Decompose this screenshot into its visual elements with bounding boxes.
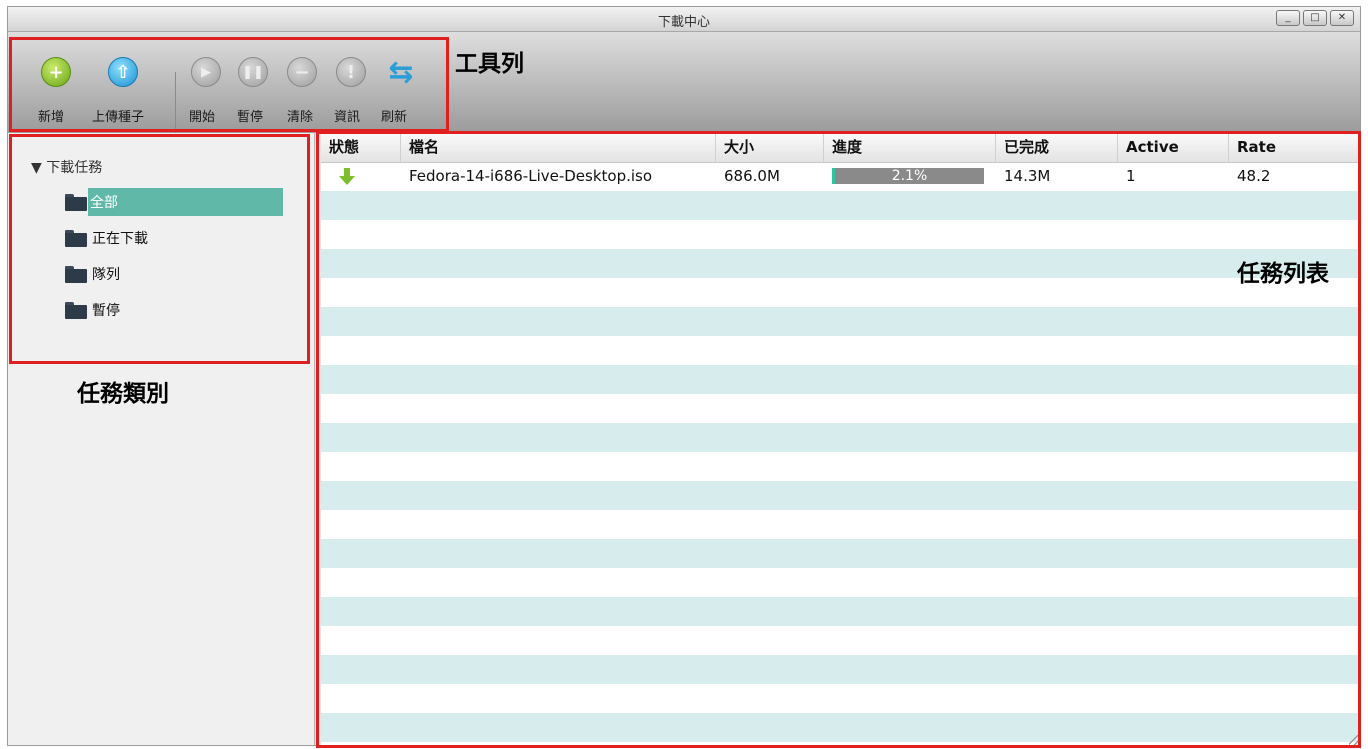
- close-button[interactable]: ✕: [1330, 10, 1354, 26]
- minimize-button[interactable]: _: [1276, 10, 1300, 26]
- empty-row: [321, 655, 1360, 684]
- download-center-window: 下載中心 _ □ ✕ + 新增 ⇧ 上傳種子 ▶ 開始 ❚❚ 暫停 − 清除 !…: [7, 6, 1361, 746]
- splitter-grip[interactable]: [317, 403, 320, 483]
- progress-label: 2.1%: [891, 168, 928, 184]
- column-size[interactable]: 大小: [716, 133, 824, 162]
- title-bar[interactable]: 下載中心 _ □ ✕: [8, 7, 1360, 32]
- empty-row: [321, 597, 1360, 626]
- empty-row: [321, 684, 1360, 713]
- empty-row: [321, 742, 1360, 745]
- empty-row: [321, 626, 1360, 655]
- toolbar: + 新增 ⇧ 上傳種子 ▶ 開始 ❚❚ 暫停 − 清除 ! 資訊 ⇆ 刷新: [8, 32, 1360, 152]
- empty-row: [321, 336, 1360, 365]
- empty-row: [321, 394, 1360, 423]
- category-downloading-label: 正在下載: [92, 231, 148, 247]
- add-icon: +: [41, 57, 71, 87]
- empty-row: [321, 365, 1360, 394]
- refresh-label: 刷新: [381, 110, 408, 125]
- empty-row: [321, 539, 1360, 568]
- empty-row: [321, 713, 1360, 742]
- folder-icon: [65, 301, 87, 319]
- column-active[interactable]: Active: [1118, 133, 1229, 162]
- task-list-header: 狀態 檔名 大小 進度 已完成 Active Rate: [321, 133, 1360, 163]
- category-all-label: 全部: [88, 188, 283, 216]
- task-category-panel: ▼ 下載任務 全部 正在下載 隊列 暫停: [8, 133, 315, 745]
- table-row[interactable]: Fedora-14-i686-Live-Desktop.iso 686.0M 2…: [321, 162, 1360, 191]
- size-cell: 686.0M: [724, 167, 780, 185]
- category-queue[interactable]: 隊列: [65, 260, 124, 288]
- upload-icon: ⇧: [108, 57, 138, 87]
- empty-row: [321, 220, 1360, 249]
- folder-icon: [65, 193, 87, 211]
- pause-label: 暫停: [237, 110, 264, 125]
- remove-icon: −: [287, 57, 317, 87]
- filename-cell: Fedora-14-i686-Live-Desktop.iso: [409, 167, 653, 185]
- refresh-icon: ⇆: [388, 54, 414, 90]
- progress-cell: 2.1%: [824, 162, 1004, 191]
- empty-row: [321, 278, 1360, 307]
- start-label: 開始: [189, 110, 216, 125]
- download-arrow-icon: [339, 168, 355, 185]
- column-completed[interactable]: 已完成: [996, 133, 1118, 162]
- active-cell: 1: [1126, 167, 1136, 185]
- task-rows: Fedora-14-i686-Live-Desktop.iso 686.0M 2…: [321, 162, 1360, 745]
- folder-icon: [65, 229, 87, 247]
- column-progress[interactable]: 進度: [824, 133, 996, 162]
- info-label: 資訊: [334, 110, 361, 125]
- maximize-button[interactable]: □: [1303, 10, 1327, 26]
- task-list: 狀態 檔名 大小 進度 已完成 Active Rate Fedora-14-i6…: [321, 133, 1360, 745]
- column-status[interactable]: 狀態: [321, 133, 401, 162]
- window-title: 下載中心: [657, 15, 710, 30]
- status-cell: [321, 162, 409, 191]
- folder-icon: [65, 265, 87, 283]
- column-filename[interactable]: 檔名: [401, 133, 716, 162]
- empty-row: [321, 423, 1360, 452]
- empty-row: [321, 510, 1360, 539]
- upload-torrent-label: 上傳種子: [92, 110, 145, 125]
- progress-bar: 2.1%: [832, 168, 984, 184]
- tree-root-download-tasks[interactable]: ▼ 下載任務: [31, 157, 102, 177]
- completed-cell: 14.3M: [1004, 167, 1051, 185]
- empty-row: [321, 191, 1360, 220]
- empty-row: [321, 452, 1360, 481]
- remove-label: 清除: [287, 110, 314, 125]
- empty-row: [321, 307, 1360, 336]
- tasklist-annotation: 任務列表: [1237, 261, 1329, 287]
- category-annotation: 任務類別: [77, 381, 169, 407]
- empty-row: [321, 249, 1360, 278]
- empty-row: [321, 568, 1360, 597]
- category-downloading[interactable]: 正在下載: [65, 224, 152, 252]
- empty-row: [321, 481, 1360, 510]
- rate-cell: 48.2: [1237, 167, 1271, 185]
- category-queue-label: 隊列: [92, 267, 120, 283]
- play-icon: ▶: [191, 57, 221, 87]
- category-paused-label: 暫停: [92, 303, 120, 319]
- info-icon: !: [336, 57, 366, 87]
- toolbar-annotation: 工具列: [455, 51, 524, 77]
- resize-grip[interactable]: [1349, 735, 1359, 745]
- add-label: 新增: [38, 110, 65, 125]
- category-all[interactable]: 全部: [65, 188, 283, 216]
- column-rate[interactable]: Rate: [1229, 133, 1360, 162]
- category-paused[interactable]: 暫停: [65, 296, 124, 324]
- pause-icon: ❚❚: [238, 57, 268, 87]
